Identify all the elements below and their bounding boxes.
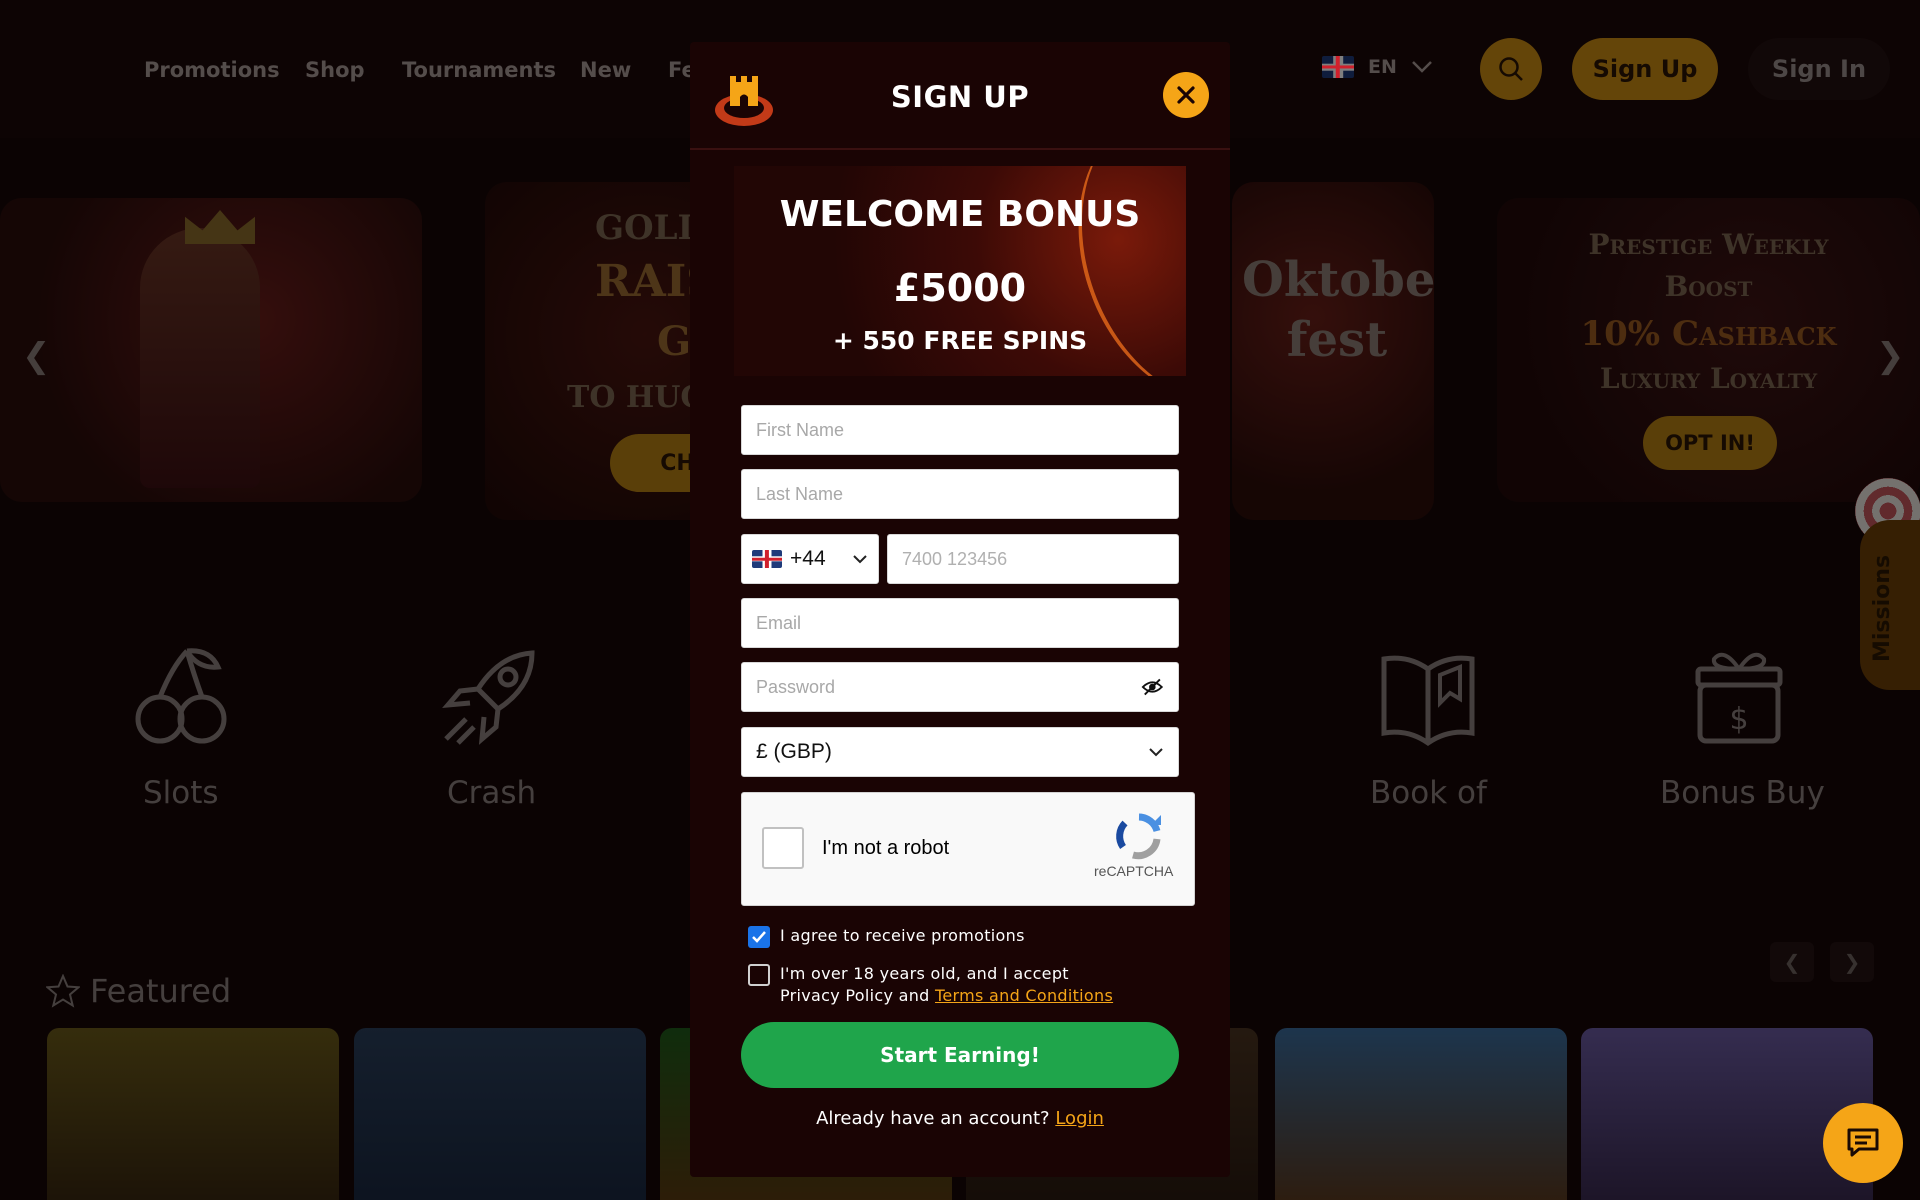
checkmark-icon — [752, 931, 766, 943]
recaptcha-label: I'm not a robot — [822, 837, 950, 859]
last-name-field[interactable] — [741, 469, 1179, 519]
uk-flag-icon — [752, 550, 782, 568]
chevron-down-icon — [853, 555, 867, 564]
promotions-consent: I agree to receive promotions — [748, 925, 1025, 948]
currency-value: £ (GBP) — [756, 740, 832, 763]
first-name-input[interactable] — [756, 419, 1164, 441]
age-terms-prefix: Privacy Policy and — [780, 986, 936, 1005]
phone-number-input[interactable] — [902, 548, 1164, 570]
phone-country-code: +44 — [790, 547, 826, 570]
chevron-down-icon — [1149, 748, 1163, 757]
recaptcha-checkbox[interactable] — [762, 827, 804, 869]
already-account-text: Already have an account? Login — [690, 1108, 1230, 1129]
promotions-checkbox[interactable] — [748, 926, 770, 948]
chat-icon — [1847, 1128, 1879, 1157]
password-field[interactable] — [741, 662, 1179, 712]
promotions-label: I agree to receive promotions — [780, 926, 1025, 945]
age-terms-checkbox[interactable] — [748, 964, 770, 986]
recaptcha-brand: reCAPTCHA — [1094, 863, 1174, 879]
age-consent: I'm over 18 years old, and I accept Priv… — [748, 963, 1113, 1007]
last-name-input[interactable] — [756, 483, 1164, 505]
start-earning-button[interactable]: Start Earning! — [741, 1022, 1179, 1088]
phone-number-field[interactable] — [887, 534, 1179, 584]
eye-slash-icon[interactable] — [1141, 677, 1164, 697]
password-input[interactable] — [756, 676, 1142, 698]
signup-modal: SIGN UP WELCOME BONUS £5000 + 550 FREE S… — [690, 42, 1230, 1177]
already-account-label: Already have an account? — [816, 1108, 1056, 1129]
chat-button[interactable] — [1823, 1103, 1903, 1183]
login-link[interactable]: Login — [1055, 1108, 1104, 1129]
age-terms-label: I'm over 18 years old, and I accept Priv… — [780, 963, 1113, 1007]
modal-header: SIGN UP — [690, 42, 1230, 150]
welcome-bonus-banner: WELCOME BONUS £5000 + 550 FREE SPINS — [734, 166, 1186, 376]
age-terms-line2: Privacy Policy and Terms and Conditions — [780, 985, 1113, 1007]
email-input[interactable] — [756, 612, 1164, 634]
bonus-title: WELCOME BONUS — [779, 194, 1141, 235]
close-button[interactable] — [1163, 72, 1209, 118]
recaptcha-widget: I'm not a robot reCAPTCHA — [741, 792, 1195, 906]
bonus-spins: + 550 FREE SPINS — [832, 326, 1088, 355]
age-terms-line1: I'm over 18 years old, and I accept — [780, 964, 1069, 983]
first-name-field[interactable] — [741, 405, 1179, 455]
email-field[interactable] — [741, 598, 1179, 648]
terms-link[interactable]: Terms and Conditions — [935, 986, 1113, 1005]
bonus-amount: £5000 — [893, 266, 1027, 310]
recaptcha-logo-icon — [1116, 813, 1161, 860]
modal-title: SIGN UP — [890, 80, 1030, 114]
close-icon — [1177, 86, 1195, 104]
currency-select[interactable]: £ (GBP) — [741, 727, 1179, 777]
phone-country-select[interactable]: +44 — [741, 534, 879, 584]
